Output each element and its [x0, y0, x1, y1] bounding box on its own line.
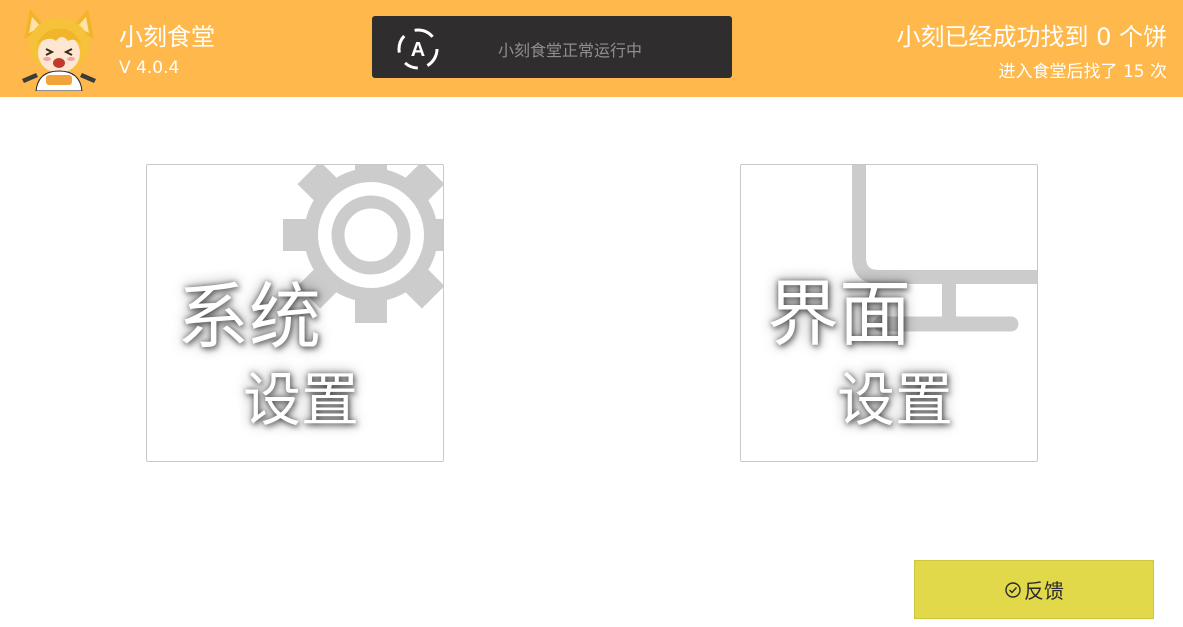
ui-tile-subtitle: 设置 [837, 366, 954, 434]
system-settings-tile[interactable]: 系统 设置 [146, 164, 444, 462]
ui-settings-tile[interactable]: 界面 设置 [740, 164, 1038, 462]
found-count-text: 小刻已经成功找到 0 个饼 [896, 23, 1167, 51]
app-version: V 4.0.4 [119, 58, 180, 78]
status-panel: A 小刻食堂正常运行中 [372, 16, 732, 78]
svg-text:A: A [411, 39, 425, 61]
status-text: 小刻食堂正常运行中 [498, 41, 643, 60]
feedback-label: 反馈 [1024, 579, 1064, 603]
feedback-button[interactable]: 反馈 [914, 560, 1154, 619]
visit-count-text: 进入食堂后找了 15 次 [998, 62, 1167, 82]
status-logo-icon: A [397, 28, 439, 70]
avatar [22, 9, 96, 91]
top-header: 小刻食堂 V 4.0.4 A 小刻食堂正常运行中 小刻已经成功找到 0 个饼 进… [0, 0, 1183, 97]
ui-tile-title: 界面 [767, 272, 912, 356]
system-tile-title: 系统 [177, 275, 322, 359]
system-tile-subtitle: 设置 [243, 366, 360, 434]
check-circle-icon [1005, 581, 1021, 598]
app-name: 小刻食堂 [119, 23, 215, 51]
